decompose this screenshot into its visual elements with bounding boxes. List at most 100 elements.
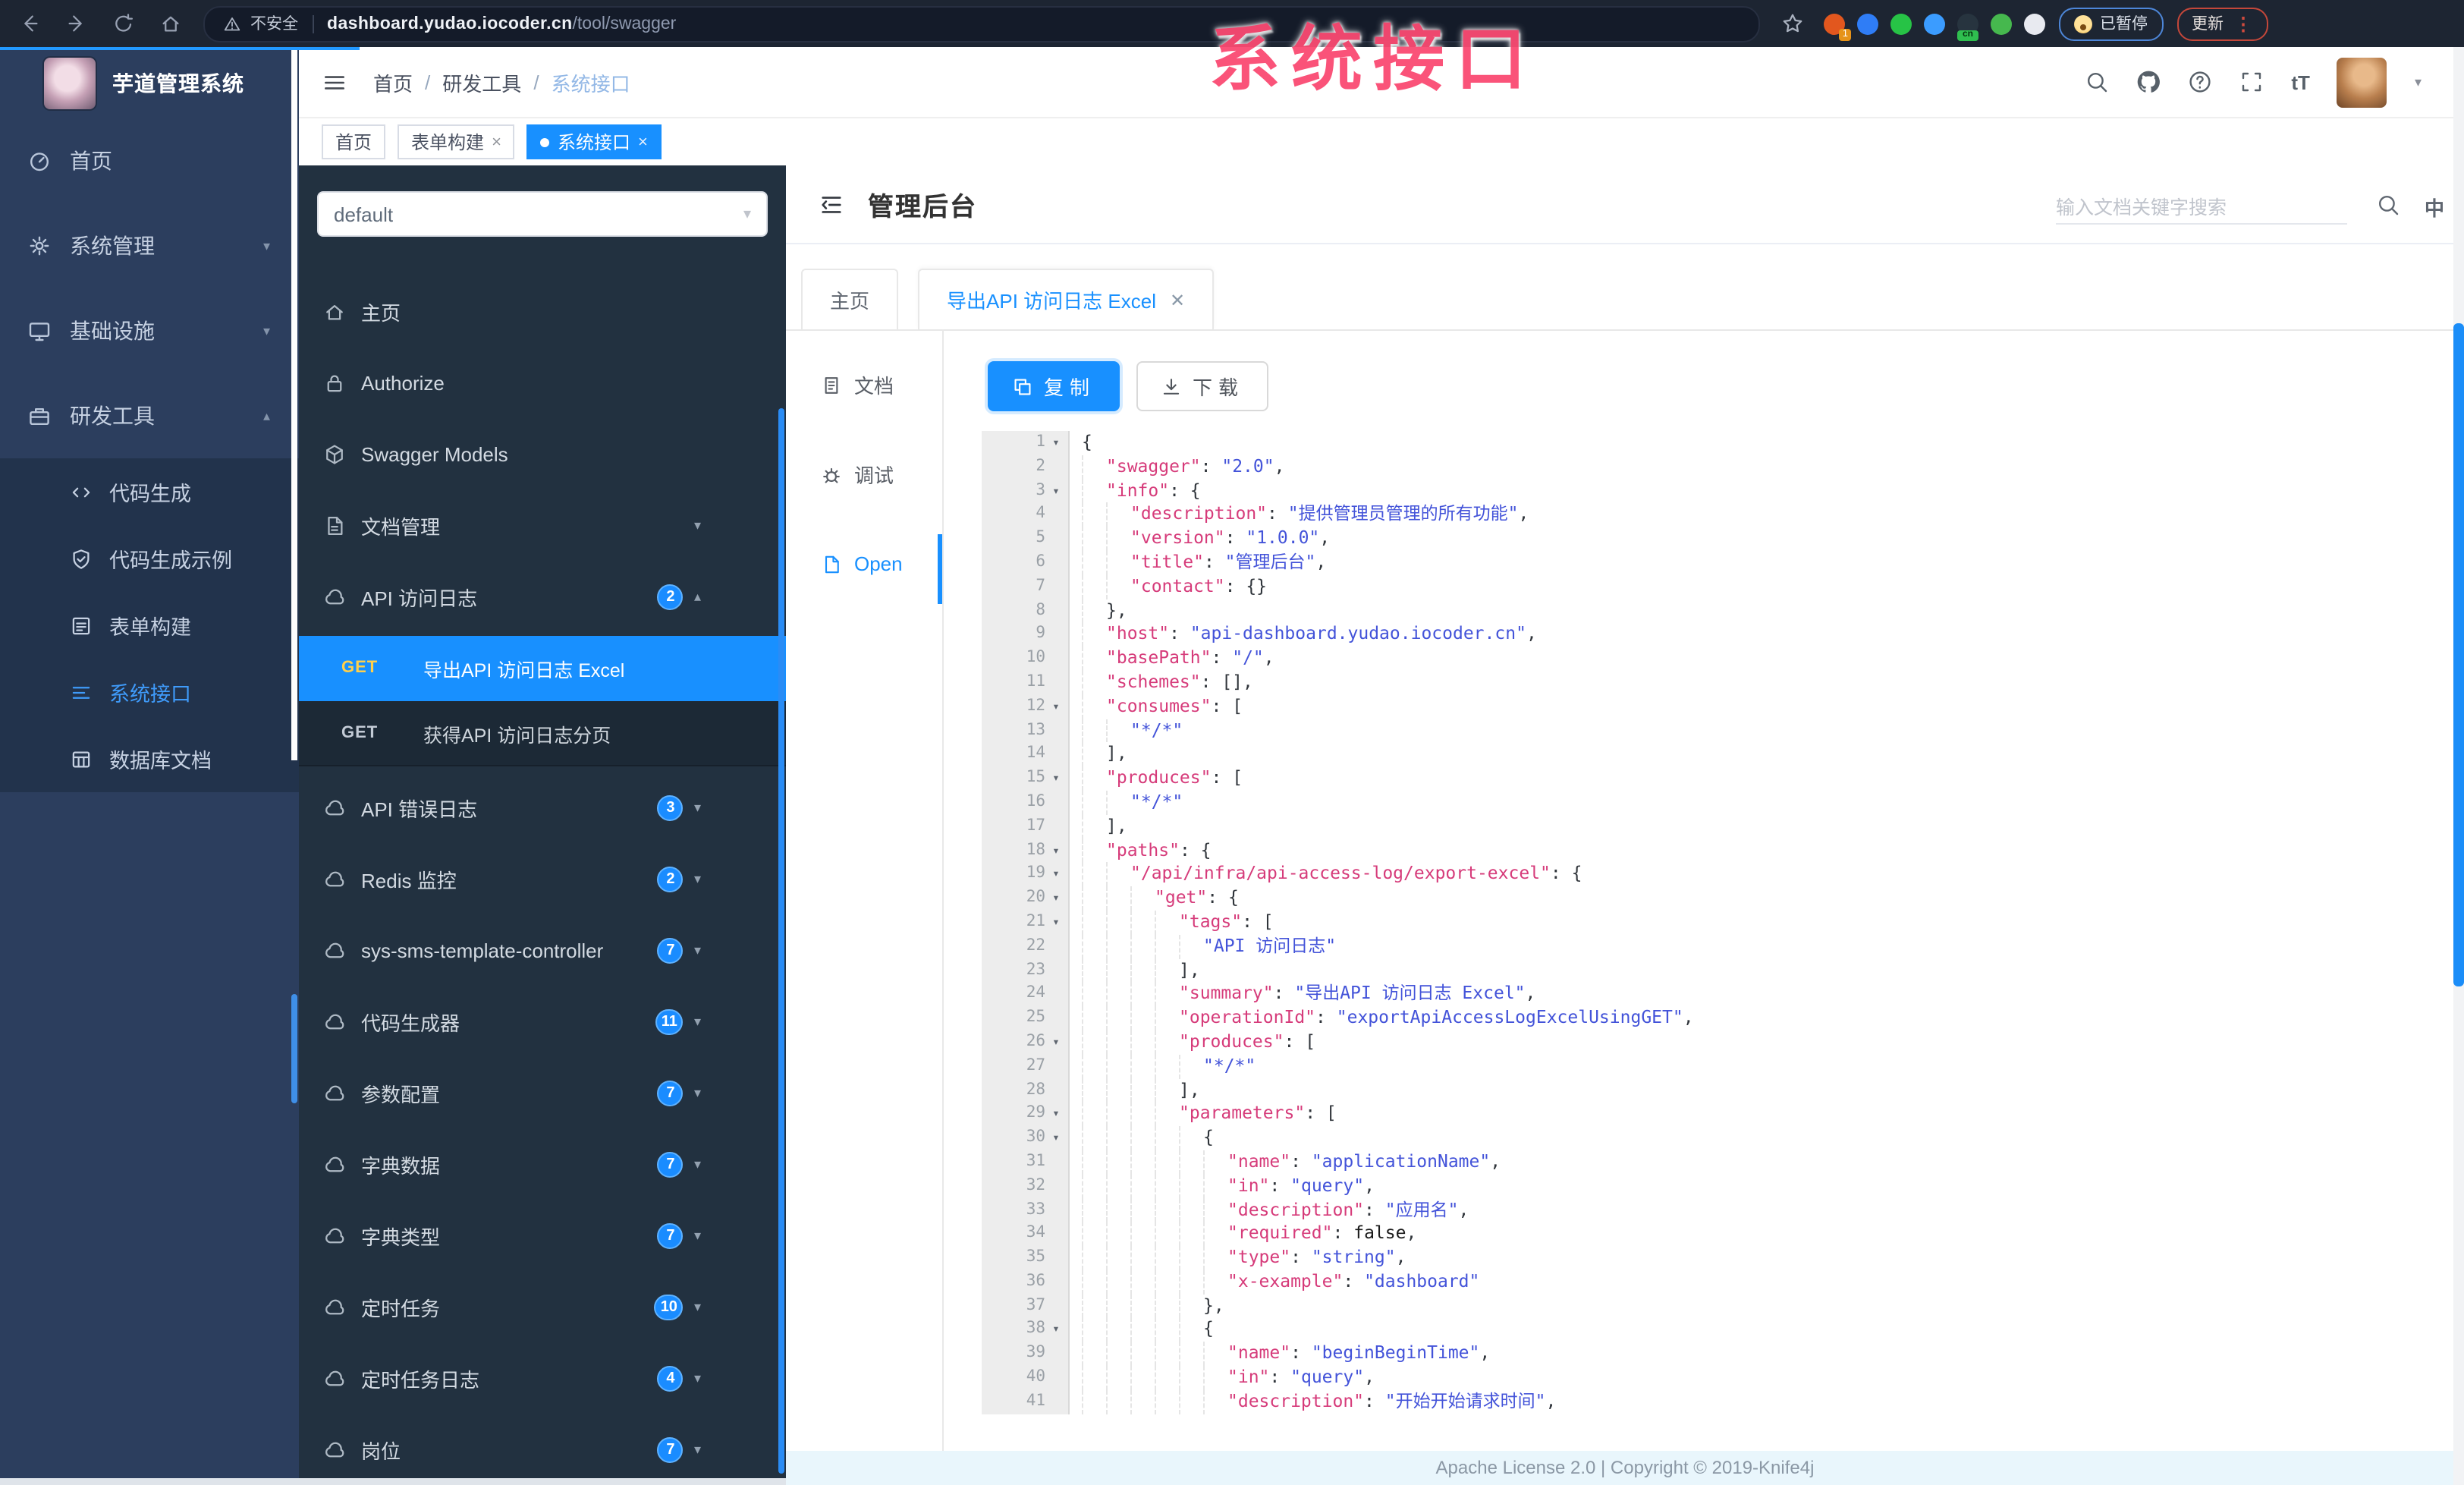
swagger-menu-item[interactable]: 定时任务 10 ▾ — [299, 1272, 786, 1343]
tag-tab[interactable]: 系统接口 × — [526, 124, 662, 159]
page-scroll-thumb[interactable] — [2453, 323, 2464, 986]
swagger-menu-item[interactable]: 岗位 7 ▾ — [299, 1414, 786, 1485]
swagger-menu-label: 参数配置 — [361, 1084, 441, 1106]
hamburger-icon[interactable] — [322, 69, 347, 95]
fold-caret-icon[interactable]: ▾ — [1048, 479, 1064, 503]
update-chip[interactable]: 更新 ⋮ — [2176, 7, 2268, 40]
user-avatar[interactable] — [2337, 57, 2387, 107]
download-button[interactable]: 下载 — [1136, 361, 1269, 411]
fold-caret-icon[interactable]: ▾ — [1048, 431, 1064, 455]
swagger-scroll-thumb[interactable] — [778, 408, 784, 1473]
search-icon[interactable] — [2085, 70, 2109, 94]
ext-grid-icon[interactable] — [1924, 13, 1945, 34]
fold-caret-icon[interactable]: ▾ — [1048, 886, 1064, 911]
api-operation-item[interactable]: GET 获得API 访问日志分页 — [299, 701, 786, 766]
browser-forward-icon[interactable] — [65, 12, 88, 35]
ext-cn-icon[interactable]: cn — [1957, 13, 1978, 40]
indent-guide — [1179, 1269, 1203, 1295]
extension-badge: 1 — [1839, 28, 1851, 40]
fullscreen-icon[interactable] — [2239, 70, 2264, 94]
paused-chip[interactable]: 已暂停 — [2059, 7, 2163, 40]
ext-alien-icon[interactable] — [1991, 13, 2012, 34]
doc-side-tab[interactable]: 调试 — [786, 429, 942, 519]
fold-caret-icon[interactable]: ▾ — [1048, 863, 1064, 887]
bookmark-star-icon[interactable] — [1781, 12, 1804, 35]
ext-check-icon[interactable] — [1890, 13, 1912, 34]
doc-search-icon[interactable] — [2376, 193, 2400, 217]
breadcrumb-item[interactable]: 首页 — [373, 68, 413, 96]
browser-menu-icon[interactable]: ⋮ — [2234, 14, 2252, 33]
ext-orange-icon[interactable]: 1 — [1824, 13, 1851, 40]
fold-caret-icon[interactable]: ▾ — [1048, 838, 1064, 863]
swagger-menu-item[interactable]: 主页 — [299, 276, 786, 348]
fold-caret-icon[interactable]: ▾ — [1048, 695, 1064, 719]
fold-caret-icon[interactable]: ▾ — [1048, 911, 1064, 935]
breadcrumb-item[interactable]: 研发工具 — [442, 68, 521, 96]
swagger-menu-item[interactable]: Authorize — [299, 348, 786, 419]
language-toggle-icon[interactable]: 中 — [2425, 193, 2444, 222]
swagger-menu-item[interactable]: Swagger Models — [299, 419, 786, 490]
security-label[interactable]: 不安全 — [250, 12, 298, 35]
swagger-menu-item[interactable]: 参数配置 7 ▾ — [299, 1058, 786, 1129]
line-number: 38 ▾ — [982, 1317, 1070, 1342]
sidebar-item[interactable]: 研发工具 ▴ — [0, 373, 299, 458]
sidebar-item[interactable]: 系统管理 ▾ — [0, 203, 299, 288]
browser-home-icon[interactable] — [159, 12, 182, 35]
doc-tab-close-icon[interactable]: ✕ — [1170, 289, 1185, 310]
doc-side-tab[interactable]: 文档 — [786, 340, 942, 429]
fold-caret-icon[interactable]: ▾ — [1048, 1103, 1064, 1127]
app-logo[interactable]: 芋道管理系统 — [0, 47, 299, 118]
github-icon[interactable] — [2136, 70, 2161, 94]
doc-side-tab[interactable]: Open — [786, 519, 942, 609]
swagger-menu-item[interactable]: 代码生成器 11 ▾ — [299, 986, 786, 1058]
doc-title: 管理后台 — [868, 193, 977, 222]
doc-search-input[interactable]: 输入文档关键字搜索 — [2056, 187, 2347, 225]
browser-back-icon[interactable] — [18, 12, 41, 35]
swagger-menu-item[interactable]: 字典类型 7 ▾ — [299, 1200, 786, 1272]
tag-close-icon[interactable]: × — [492, 133, 501, 151]
indent-guide — [1130, 1054, 1155, 1079]
swagger-menu-item[interactable]: 定时任务日志 4 ▾ — [299, 1343, 786, 1414]
sidebar-item[interactable]: 基础设施 ▾ — [0, 288, 299, 373]
swagger-menu-item[interactable]: API 错误日志 3 ▾ — [299, 772, 786, 844]
code-source: "schemes": [], — [1070, 670, 1253, 695]
font-size-icon[interactable]: tT — [2291, 71, 2310, 93]
sidebar-subitem[interactable]: 代码生成 — [0, 458, 299, 525]
cloud-icon — [323, 1225, 346, 1247]
tag-tab[interactable]: 首页 — [322, 124, 386, 159]
tag-tab[interactable]: 表单构建 × — [398, 124, 515, 159]
copy-button[interactable]: 复制 — [988, 361, 1120, 411]
menu-fold-icon[interactable] — [818, 190, 845, 218]
doc-tab[interactable]: 主页 — [801, 269, 899, 329]
json-code-editor[interactable]: 1 ▾{2 "swagger": "2.0", 3 ▾ "info": {4 "desc… — [982, 431, 2443, 1414]
browser-reload-icon[interactable] — [112, 12, 135, 35]
sidebar-bottom-scrollbar[interactable] — [0, 1477, 786, 1485]
user-menu-caret-icon[interactable]: ▾ — [2415, 74, 2422, 90]
fold-caret-icon[interactable]: ▾ — [1048, 766, 1064, 791]
help-icon[interactable] — [2188, 70, 2212, 94]
fold-caret-icon[interactable]: ▾ — [1048, 1318, 1064, 1342]
sidebar-subitem[interactable]: 数据库文档 — [0, 725, 299, 792]
swagger-menu-item[interactable]: 字典数据 7 ▾ — [299, 1129, 786, 1200]
fold-caret-icon[interactable]: ▾ — [1048, 1126, 1064, 1150]
swagger-menu-item[interactable]: 文档管理 ▾ — [299, 490, 786, 562]
sidebar-item[interactable]: 首页 — [0, 118, 299, 203]
sidebar-subitem[interactable]: 系统接口 — [0, 659, 299, 725]
doc-tab[interactable]: 导出API 访问日志 Excel ✕ — [918, 269, 1215, 329]
group-select[interactable]: default ▾ — [317, 191, 768, 237]
swagger-menu-item[interactable]: sys-sms-template-controller 7 ▾ — [299, 915, 786, 986]
address-bar[interactable]: 不安全 dashboard.yudao.iocoder.cn /tool/swa… — [203, 5, 1760, 42]
fold-caret-icon[interactable]: ▾ — [1048, 1030, 1064, 1055]
ext-pin-icon[interactable] — [1857, 13, 1878, 34]
line-number-text: 29 — [1026, 1103, 1045, 1122]
sidebar-subitem[interactable]: 代码生成示例 — [0, 525, 299, 592]
api-operation-item[interactable]: GET 导出API 访问日志 Excel — [299, 636, 786, 701]
sidebar-scroll-track[interactable] — [291, 50, 297, 760]
sidebar-subitem[interactable]: 表单构建 — [0, 592, 299, 659]
tag-close-icon[interactable]: × — [638, 133, 648, 151]
line-number: 3 ▾ — [982, 479, 1070, 503]
sidebar-scroll-thumb[interactable] — [291, 994, 297, 1103]
ext-ghost-icon[interactable] — [2024, 13, 2045, 34]
swagger-menu-item[interactable]: Redis 监控 2 ▾ — [299, 844, 786, 915]
swagger-menu-item[interactable]: API 访问日志 2 ▴ — [299, 562, 786, 633]
